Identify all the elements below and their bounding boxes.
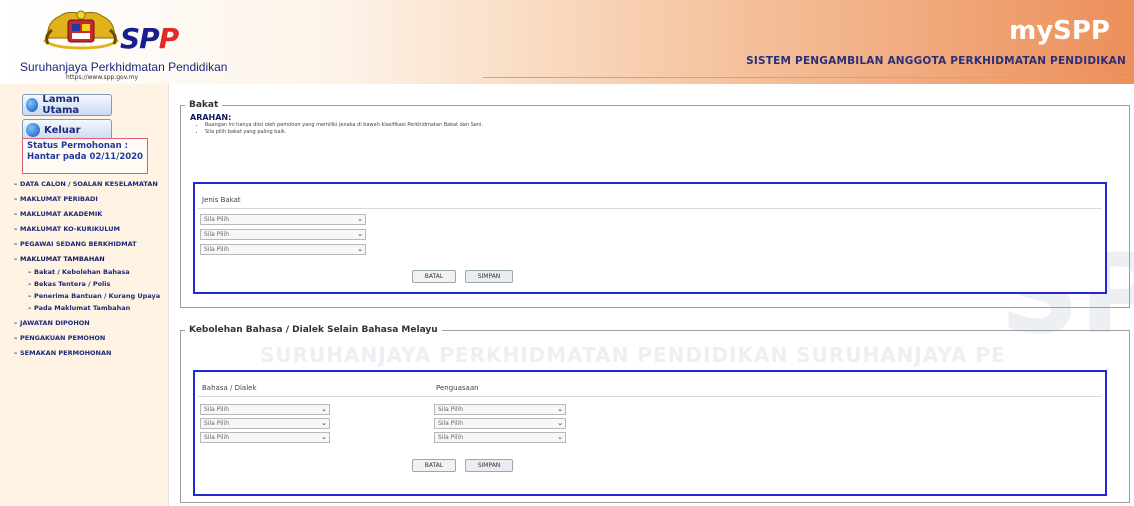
penguasaan-label: Penguasaan [436,384,479,392]
menu-item-jawatan-dipohon[interactable]: JAWATAN DIPOHON [14,319,164,327]
penguasaan-select-2[interactable]: Sila Pilih ⌄ [434,418,566,429]
instruction-item: Sila pilih bakat yang paling baik. [205,129,483,136]
submenu: Bakat / Kebolehan Bahasa Bekas Tentera /… [28,268,164,312]
bahasa-dialek-label: Bahasa / Dialek [202,384,257,392]
home-button-label: Laman Utama [42,94,80,116]
sidebar: Laman Utama Keluar Status Permohonan : H… [0,84,168,506]
divider [198,208,1102,209]
chevron-down-icon: ⌄ [357,230,363,238]
bahasa-simpan-button[interactable]: SIMPAN [465,459,513,472]
menu-item-maklumat-peribadi[interactable]: MAKLUMAT PERIBADI [14,195,164,203]
menu-item-label: MAKLUMAT TAMBAHAN [20,255,105,263]
bakat-batal-button[interactable]: BATAL [412,270,456,283]
menu-item-semakan-permohonan[interactable]: SEMAKAN PERMOHONAN [14,349,164,357]
submenu-item-bekas-tentera[interactable]: Bekas Tentera / Polis [28,280,164,288]
page-header: SPP Suruhanjaya Perkhidmatan Pendidikan … [0,0,1134,84]
coat-of-arms-icon [42,10,120,50]
org-url: https://www.spp.gov.my [66,74,139,81]
menu-item-maklumat-akademik[interactable]: MAKLUMAT AKADEMIK [14,210,164,218]
bakat-select-2[interactable]: Sila Pilih ⌄ [200,229,366,240]
bahasa-select-1[interactable]: Sila Pilih ⌄ [200,404,330,415]
org-logo: SPP Suruhanjaya Perkhidmatan Pendidikan … [20,8,260,81]
instruction-list: Ruangan ini hanya diisi oleh pemohon yan… [205,122,483,136]
bakat-legend: Bakat [189,100,219,110]
logout-icon [26,123,40,137]
bakat-select-3[interactable]: Sila Pilih ⌄ [200,244,366,255]
chevron-down-icon: ⌄ [557,405,563,413]
instruction-item: Ruangan ini hanya diisi oleh pemohon yan… [205,122,483,129]
bahasa-batal-button[interactable]: BATAL [412,459,456,472]
jenis-bakat-label: Jenis Bakat [202,196,241,204]
chevron-down-icon: ⌄ [557,433,563,441]
home-button[interactable]: Laman Utama [22,94,112,116]
org-name: Suruhanjaya Perkhidmatan Pendidikan [20,60,228,74]
bakat-simpan-button[interactable]: SIMPAN [465,270,513,283]
bahasa-select-2[interactable]: Sila Pilih ⌄ [200,418,330,429]
chevron-down-icon: ⌄ [321,405,327,413]
logout-button-label: Keluar [44,124,81,136]
menu-item-maklumat-tambahan[interactable]: MAKLUMAT TAMBAHAN Bakat / Kebolehan Baha… [14,255,164,312]
home-icon [26,98,39,112]
chevron-down-icon: ⌄ [321,433,327,441]
application-status: Status Permohonan : Hantar pada 02/11/20… [22,138,148,174]
sidebar-menu: DATA CALON / SOALAN KESELAMATAN MAKLUMAT… [14,180,164,364]
bahasa-form-box [193,370,1107,496]
submenu-item-bakat[interactable]: Bakat / Kebolehan Bahasa [28,268,164,276]
penguasaan-select-1[interactable]: Sila Pilih ⌄ [434,404,566,415]
bahasa-select-3[interactable]: Sila Pilih ⌄ [200,432,330,443]
submenu-item-penerima-bantuan[interactable]: Penerima Bantuan / Kurang Upaya [28,292,164,300]
penguasaan-select-3[interactable]: Sila Pilih ⌄ [434,432,566,443]
bahasa-legend: Kebolehan Bahasa / Dialek Selain Bahasa … [189,325,438,335]
spp-logo-text: SPP [120,22,179,55]
brand-title: mySPP [1009,16,1110,46]
system-title: SISTEM PENGAMBILAN ANGGOTA PERKHIDMATAN … [746,55,1126,67]
menu-item-pegawai-berkhidmat[interactable]: PEGAWAI SEDANG BERKHIDMAT [14,240,164,248]
chevron-down-icon: ⌄ [321,419,327,427]
header-divider [483,77,1128,78]
submenu-item-pada-maklumat[interactable]: Pada Maklumat Tambahan [28,304,164,312]
menu-item-pengakuan-pemohon[interactable]: PENGAKUAN PEMOHON [14,334,164,342]
menu-item-data-calon[interactable]: DATA CALON / SOALAN KESELAMATAN [14,180,164,188]
arahan-label: ARAHAN: [190,113,232,122]
chevron-down-icon: ⌄ [557,419,563,427]
chevron-down-icon: ⌄ [357,215,363,223]
chevron-down-icon: ⌄ [357,245,363,253]
bakat-select-1[interactable]: Sila Pilih ⌄ [200,214,366,225]
menu-item-ko-kurikulum[interactable]: MAKLUMAT KO-KURIKULUM [14,225,164,233]
divider [198,396,1102,397]
